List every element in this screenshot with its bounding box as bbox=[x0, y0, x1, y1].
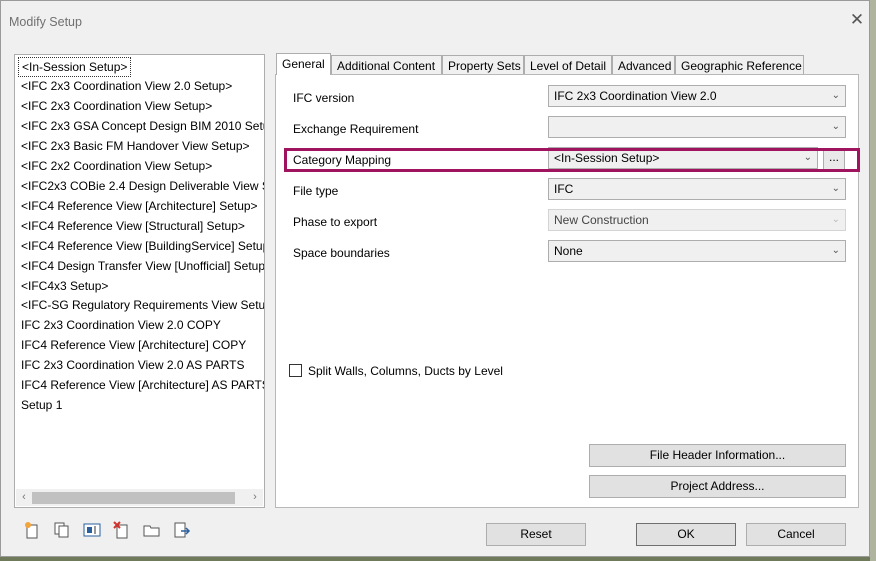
split-walls-label: Split Walls, Columns, Ducts by Level bbox=[308, 364, 503, 378]
ifc-version-select[interactable]: IFC 2x3 Coordination View 2.0 ⌄ bbox=[548, 85, 846, 107]
horizontal-scrollbar[interactable]: ‹ › bbox=[16, 489, 263, 506]
list-item[interactable]: <IFC4 Reference View [Architecture] Setu… bbox=[21, 196, 258, 216]
list-item[interactable]: IFC 2x3 Coordination View 2.0 COPY bbox=[21, 315, 221, 335]
list-item[interactable]: <IFC4 Design Transfer View [Unofficial] … bbox=[21, 256, 264, 276]
exchange-requirement-label: Exchange Requirement bbox=[293, 122, 419, 136]
list-item[interactable]: <IFC 2x2 Coordination View Setup> bbox=[21, 156, 212, 176]
tab-general[interactable]: General bbox=[276, 53, 331, 75]
file-type-value: IFC bbox=[554, 182, 574, 196]
list-item[interactable]: <IFC 2x3 Coordination View Setup> bbox=[21, 96, 212, 116]
list-item[interactable]: IFC4 Reference View [Architecture] COPY bbox=[21, 335, 246, 355]
export-setup-icon[interactable] bbox=[173, 521, 191, 539]
window-title: Modify Setup bbox=[9, 15, 82, 29]
reset-button[interactable]: Reset bbox=[486, 523, 586, 546]
tab-geographic-reference[interactable]: Geographic Reference bbox=[675, 55, 804, 75]
space-boundaries-value: None bbox=[554, 244, 583, 258]
exchange-requirement-select[interactable]: ⌄ bbox=[548, 116, 846, 138]
title-bar: Modify Setup ✕ bbox=[1, 1, 869, 41]
project-address-button[interactable]: Project Address... bbox=[589, 475, 846, 498]
chevron-down-icon: ⌄ bbox=[831, 245, 840, 256]
cancel-button[interactable]: Cancel bbox=[746, 523, 846, 546]
chevron-down-icon: ⌄ bbox=[831, 183, 840, 194]
file-type-label: File type bbox=[293, 184, 339, 198]
ifc-version-label: IFC version bbox=[293, 91, 355, 105]
list-item[interactable]: IFC4 Reference View [Architecture] AS PA… bbox=[21, 375, 264, 395]
setup-list[interactable]: <In-Session Setup> <IFC 2x3 Coordination… bbox=[14, 54, 265, 508]
file-header-information-button[interactable]: File Header Information... bbox=[589, 444, 846, 467]
list-item[interactable]: <In-Session Setup> bbox=[18, 57, 132, 77]
space-boundaries-label: Space boundaries bbox=[293, 246, 390, 260]
modify-setup-dialog: Modify Setup ✕ <In-Session Setup> <IFC 2… bbox=[0, 0, 870, 557]
chevron-down-icon: ⌄ bbox=[831, 90, 840, 101]
list-item[interactable]: <IFC2x3 COBie 2.4 Design Deliverable Vie… bbox=[21, 176, 264, 196]
phase-to-export-value: New Construction bbox=[554, 213, 649, 227]
tab-additional-content[interactable]: Additional Content bbox=[331, 55, 442, 75]
list-item[interactable]: <IFC4 Reference View [BuildingService] S… bbox=[21, 236, 264, 256]
tab-advanced[interactable]: Advanced bbox=[612, 55, 675, 75]
general-panel bbox=[275, 74, 859, 508]
space-boundaries-select[interactable]: None ⌄ bbox=[548, 240, 846, 262]
scroll-right-icon[interactable]: › bbox=[248, 491, 262, 504]
ifc-version-value: IFC 2x3 Coordination View 2.0 bbox=[554, 89, 717, 103]
scroll-thumb[interactable] bbox=[32, 492, 235, 504]
category-mapping-highlight bbox=[284, 148, 860, 172]
rename-setup-icon[interactable] bbox=[83, 521, 101, 539]
file-type-select[interactable]: IFC ⌄ bbox=[548, 178, 846, 200]
list-item[interactable]: <IFC 2x3 GSA Concept Design BIM 2010 Set… bbox=[21, 116, 264, 136]
list-item[interactable]: <IFC-SG Regulatory Requirements View Set… bbox=[21, 295, 264, 315]
list-item[interactable]: <IFC 2x3 Coordination View 2.0 Setup> bbox=[21, 76, 232, 96]
ok-button[interactable]: OK bbox=[636, 523, 736, 546]
background-edge bbox=[870, 0, 876, 561]
phase-to-export-label: Phase to export bbox=[293, 215, 378, 229]
phase-to-export-select[interactable]: New Construction ⌄ bbox=[548, 209, 846, 231]
scroll-left-icon[interactable]: ‹ bbox=[17, 491, 31, 504]
list-item[interactable]: <IFC4 Reference View [Structural] Setup> bbox=[21, 216, 245, 236]
close-icon[interactable]: ✕ bbox=[849, 11, 865, 28]
import-setup-icon[interactable] bbox=[143, 521, 161, 539]
tab-property-sets[interactable]: Property Sets bbox=[442, 55, 524, 75]
chevron-down-icon: ⌄ bbox=[831, 121, 840, 132]
chevron-down-icon: ⌄ bbox=[831, 214, 840, 225]
split-walls-checkbox[interactable] bbox=[289, 364, 302, 377]
new-setup-icon[interactable] bbox=[23, 521, 41, 539]
duplicate-setup-icon[interactable] bbox=[53, 521, 71, 539]
delete-setup-icon[interactable] bbox=[113, 521, 131, 539]
list-item[interactable]: IFC 2x3 Coordination View 2.0 AS PARTS bbox=[21, 355, 244, 375]
list-item[interactable]: <IFC4x3 Setup> bbox=[21, 276, 108, 296]
tab-level-of-detail[interactable]: Level of Detail bbox=[524, 55, 612, 75]
list-item[interactable]: Setup 1 bbox=[21, 395, 62, 415]
list-item[interactable]: <IFC 2x3 Basic FM Handover View Setup> bbox=[21, 136, 250, 156]
